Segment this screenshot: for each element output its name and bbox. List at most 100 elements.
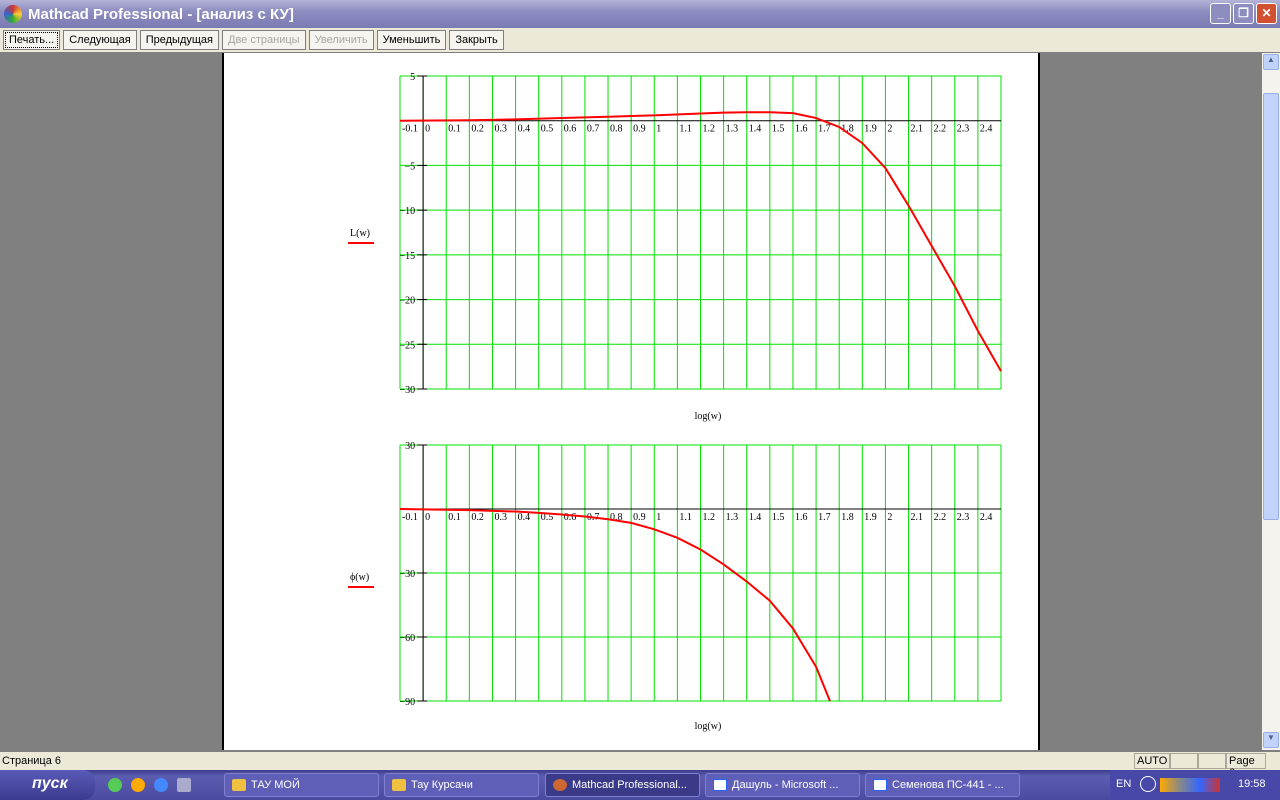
- x-tick-label: -0.1: [402, 512, 418, 523]
- x-tick-label: 1.2: [703, 512, 716, 523]
- x-tick-label: 1.7: [818, 512, 831, 523]
- x-tick-label: 1.3: [726, 124, 739, 135]
- mathcad-icon: [553, 779, 567, 791]
- window-title: Mathcad Professional - [анализ с КУ]: [28, 5, 294, 23]
- close-button[interactable]: ✕: [1256, 3, 1277, 24]
- x-tick-label: 0.1: [448, 512, 461, 523]
- x-tick-label: 1.1: [679, 512, 692, 523]
- chart-1: -0.1 0 0.1 0.2 0.3 0.4 0.5 0.6 0.7 0.8 0.9 1 1.1 1.2 1…: [348, 72, 1002, 422]
- tray-icons[interactable]: [1160, 778, 1220, 792]
- chart-2: -0.1 0 0.1 0.2 0.3 0.4 0.5 0.6 0.7 0.8 0.9 1 1.1 1.2 1…: [348, 441, 1002, 732]
- task-word-dashul[interactable]: Дашуль - Microsoft ...: [705, 773, 860, 797]
- x-tick-label: 2: [887, 512, 892, 523]
- status-page: Page 6: [1226, 753, 1266, 779]
- previous-page-button[interactable]: Предыдущая: [139, 30, 220, 50]
- document-icon[interactable]: [177, 778, 191, 792]
- x-axis-label: log(w): [695, 411, 722, 422]
- x-tick-label: 2.4: [980, 512, 993, 523]
- status-mode: AUTO: [1134, 753, 1170, 769]
- minimize-button[interactable]: _: [1210, 3, 1231, 24]
- task-label: Дашуль - Microsoft ...: [732, 779, 839, 791]
- x-tick-label: 0.6: [564, 512, 577, 523]
- x-tick-label: 1.1: [679, 124, 692, 135]
- x-tick-label: 1.6: [795, 124, 808, 135]
- status-bar: Страница 6 AUTO Page 6: [0, 752, 1280, 779]
- x-tick-label: 2.1: [911, 512, 924, 523]
- y-tick-label: −20: [399, 296, 415, 307]
- charts: -0.1 0 0.1 0.2 0.3 0.4 0.5 0.6 0.7 0.8 0.9 1 1.1 1.2 1…: [348, 72, 1002, 732]
- status-pane: [1198, 753, 1226, 769]
- y-tick-label: 30: [405, 441, 415, 452]
- start-button[interactable]: пуск: [0, 770, 95, 800]
- x-tick-label: 1.5: [772, 124, 785, 135]
- x-tick-label: 1.7: [818, 124, 831, 135]
- x-tick-label: 1: [656, 512, 661, 523]
- x-tick-label: 1.8: [841, 512, 854, 523]
- x-tick-label: 1.4: [749, 124, 762, 135]
- series-line: [399, 508, 831, 702]
- x-tick-label: 0.7: [587, 124, 600, 135]
- quicklaunch-icon[interactable]: [108, 778, 122, 792]
- x-axis-label: log(w): [695, 721, 722, 732]
- y-tick-label: −15: [399, 251, 415, 262]
- zoom-out-button[interactable]: Уменьшить: [376, 30, 447, 50]
- x-tick-label: 2.1: [911, 124, 924, 135]
- status-page-text: Страница 6: [2, 755, 62, 767]
- system-tray: EN 19:58: [1110, 770, 1280, 800]
- task-tau-moy[interactable]: ТАУ МОЙ: [224, 773, 379, 797]
- x-tick-label: 0.1: [448, 124, 461, 135]
- x-tick-label: 0.3: [494, 124, 507, 135]
- restore-button[interactable]: ❐: [1233, 3, 1254, 24]
- x-tick-label: 1: [656, 124, 661, 135]
- start-label: пуск: [32, 775, 68, 792]
- task-label: Тау Курсачи: [411, 779, 473, 791]
- x-tick-label: 0.5: [541, 124, 554, 135]
- x-tick-label: 0.2: [471, 512, 484, 523]
- print-button[interactable]: Печать...: [3, 30, 61, 50]
- task-label: Mathcad Professional...: [572, 779, 687, 791]
- x-tick-label: 1.3: [726, 512, 739, 523]
- y-axis-label: ϕ(w): [350, 572, 369, 583]
- x-tick-label: -0.1: [402, 124, 418, 135]
- x-tick-label: 0.9: [633, 512, 646, 523]
- zoom-in-button[interactable]: Увеличить: [308, 30, 374, 50]
- y-tick-label: −5: [404, 161, 415, 172]
- close-preview-button[interactable]: Закрыть: [449, 30, 504, 50]
- scroll-down-arrow-icon[interactable]: ▼: [1263, 732, 1279, 748]
- x-tick-label: 1.2: [703, 124, 716, 135]
- scroll-up-arrow-icon[interactable]: ▲: [1263, 54, 1279, 70]
- y-tick-label: −30: [399, 385, 415, 396]
- y-tick-label: −90: [399, 697, 415, 708]
- y-tick-label: −10: [399, 206, 415, 217]
- x-tick-label: 0.4: [518, 512, 531, 523]
- title-bar: Mathcad Professional - [анализ с КУ] _ ❐…: [0, 0, 1280, 28]
- x-tick-label: 2.2: [934, 124, 947, 135]
- folder-icon: [392, 779, 406, 791]
- x-tick-label: 1.9: [864, 124, 877, 135]
- clock: 19:58: [1238, 778, 1266, 790]
- task-mathcad[interactable]: Mathcad Professional...: [545, 773, 700, 797]
- scroll-thumb[interactable]: [1263, 93, 1279, 520]
- task-label: ТАУ МОЙ: [251, 779, 300, 791]
- x-tick-label: 2.2: [934, 512, 947, 523]
- tray-expand-icon[interactable]: [1140, 776, 1156, 792]
- preview-page: -0.1 0 0.1 0.2 0.3 0.4 0.5 0.6 0.7 0.8 0.9 1 1.1 1.2 1…: [222, 53, 1040, 750]
- browser-icon[interactable]: [154, 778, 168, 792]
- vertical-scrollbar[interactable]: ▲ ▼: [1262, 53, 1280, 750]
- word-icon: [713, 779, 727, 791]
- x-tick-label: 0: [425, 124, 430, 135]
- x-tick-label: 2.3: [957, 512, 970, 523]
- x-tick-label: 1.5: [772, 512, 785, 523]
- folder-icon: [232, 779, 246, 791]
- next-page-button[interactable]: Следующая: [63, 30, 137, 50]
- x-tick-label: 1.6: [795, 512, 808, 523]
- x-tick-label: 2: [887, 124, 892, 135]
- language-indicator[interactable]: EN: [1116, 778, 1131, 790]
- task-word-semenova[interactable]: Семенова ПС-441 - ...: [865, 773, 1020, 797]
- media-player-icon[interactable]: [131, 778, 145, 792]
- preview-toolbar: Печать... Следующая Предыдущая Две стран…: [0, 28, 1280, 52]
- mathcad-app-icon: [4, 5, 22, 23]
- x-tick-label: 1.4: [749, 512, 762, 523]
- two-pages-button[interactable]: Две страницы: [222, 30, 306, 50]
- task-tau-kursachi[interactable]: Тау Курсачи: [384, 773, 539, 797]
